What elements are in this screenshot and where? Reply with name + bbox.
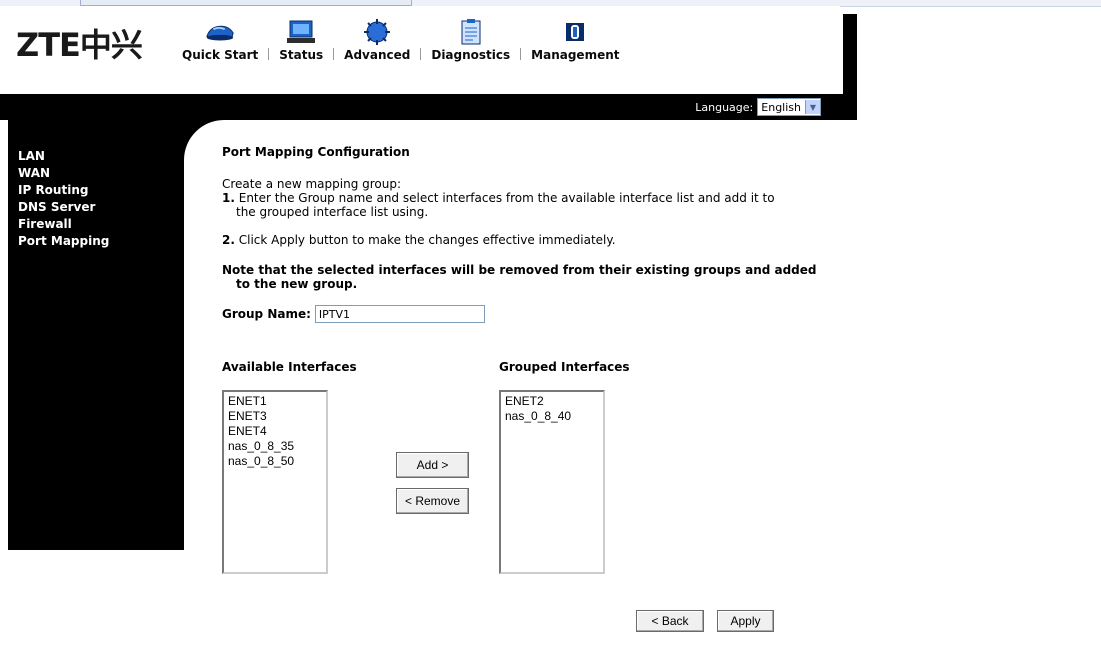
- language-value: English: [761, 100, 801, 114]
- nav-advanced[interactable]: Advanced: [344, 16, 410, 62]
- sidebar-menu: LAN WAN IP Routing DNS Server Firewall P…: [18, 148, 109, 250]
- group-name-row: Group Name:: [222, 305, 862, 323]
- nav-diagnostics-label: Diagnostics: [431, 48, 511, 62]
- step-1-text: Enter the Group name and select interfac…: [234, 191, 775, 205]
- nav-separator: [520, 48, 522, 60]
- nav-separator: [420, 48, 422, 60]
- sidebar-item-dns-server[interactable]: DNS Server: [18, 199, 109, 216]
- nav-separator: [268, 48, 270, 60]
- intro-text: Create a new mapping group:: [222, 177, 402, 191]
- note-text-continued: to the new group.: [236, 277, 358, 291]
- list-item[interactable]: nas_0_8_40: [505, 409, 599, 424]
- step-1-continued: the grouped interface list using.: [236, 205, 429, 219]
- language-label: Language:: [695, 100, 754, 114]
- nav-status[interactable]: Status: [279, 16, 323, 62]
- header: ZTE中兴 Quick Start Status Advanced Diagno…: [0, 6, 840, 94]
- list-item[interactable]: nas_0_8_35: [228, 439, 322, 454]
- sidebar-item-ip-routing[interactable]: IP Routing: [18, 182, 109, 199]
- remove-button[interactable]: < Remove: [396, 488, 469, 514]
- nav-separator: [333, 48, 335, 60]
- page-title: Port Mapping Configuration: [222, 145, 410, 159]
- back-button[interactable]: < Back: [636, 610, 704, 632]
- sidebar: LAN WAN IP Routing DNS Server Firewall P…: [8, 120, 184, 550]
- group-name-label: Group Name:: [222, 307, 311, 321]
- step-2-number: 2.: [222, 233, 235, 247]
- sidebar-item-wan[interactable]: WAN: [18, 165, 109, 182]
- group-name-input[interactable]: [314, 305, 485, 323]
- list-item[interactable]: ENET4: [228, 424, 322, 439]
- language-selector: Language: English ▼: [695, 98, 821, 116]
- sidebar-item-port-mapping[interactable]: Port Mapping: [18, 233, 109, 250]
- language-bar: Language: English ▼: [0, 94, 857, 120]
- interface-lists: Available Interfaces Grouped Interfaces …: [222, 360, 862, 590]
- grouped-interfaces-label: Grouped Interfaces: [499, 360, 630, 374]
- chip-icon: [361, 16, 393, 48]
- chevron-down-icon: ▼: [805, 100, 820, 114]
- step-1: 1. Enter the Group name and select inter…: [222, 191, 862, 205]
- list-item[interactable]: ENET2: [505, 394, 599, 409]
- nav-management-label: Management: [531, 48, 620, 62]
- language-dropdown[interactable]: English ▼: [757, 98, 821, 116]
- nav-status-label: Status: [279, 48, 324, 62]
- nav-quick-start-label: Quick Start: [182, 48, 259, 62]
- nav-management[interactable]: Management: [531, 16, 620, 62]
- top-nav: Quick Start Status Advanced Diagnostics: [182, 16, 620, 62]
- step-2: 2. Click Apply button to make the change…: [222, 233, 862, 247]
- grouped-interfaces-list[interactable]: ENET2 nas_0_8_40: [499, 390, 605, 574]
- note-text: Note that the selected interfaces will b…: [222, 263, 817, 277]
- nav-advanced-label: Advanced: [344, 48, 411, 62]
- step-2-text: Click Apply button to make the changes e…: [234, 233, 616, 247]
- zte-logo: ZTE中兴: [16, 26, 143, 64]
- available-interfaces-list[interactable]: ENET1 ENET3 ENET4 nas_0_8_35 nas_0_8_50: [222, 390, 328, 574]
- main-content: Port Mapping Configuration Create a new …: [222, 145, 862, 323]
- add-button[interactable]: Add >: [396, 452, 469, 478]
- car-icon: [204, 16, 236, 48]
- list-item[interactable]: ENET3: [228, 409, 322, 424]
- computer-icon: [285, 16, 317, 48]
- sidebar-item-firewall[interactable]: Firewall: [18, 216, 109, 233]
- nav-quick-start[interactable]: Quick Start: [182, 16, 258, 62]
- apply-button[interactable]: Apply: [717, 610, 774, 632]
- available-interfaces-label: Available Interfaces: [222, 360, 357, 374]
- clipboard-icon: [455, 16, 487, 48]
- step-1-number: 1.: [222, 191, 235, 205]
- book-icon: [559, 16, 591, 48]
- list-item[interactable]: ENET1: [228, 394, 322, 409]
- nav-diagnostics[interactable]: Diagnostics: [431, 16, 510, 62]
- list-item[interactable]: nas_0_8_50: [228, 454, 322, 469]
- sidebar-item-lan[interactable]: LAN: [18, 148, 109, 165]
